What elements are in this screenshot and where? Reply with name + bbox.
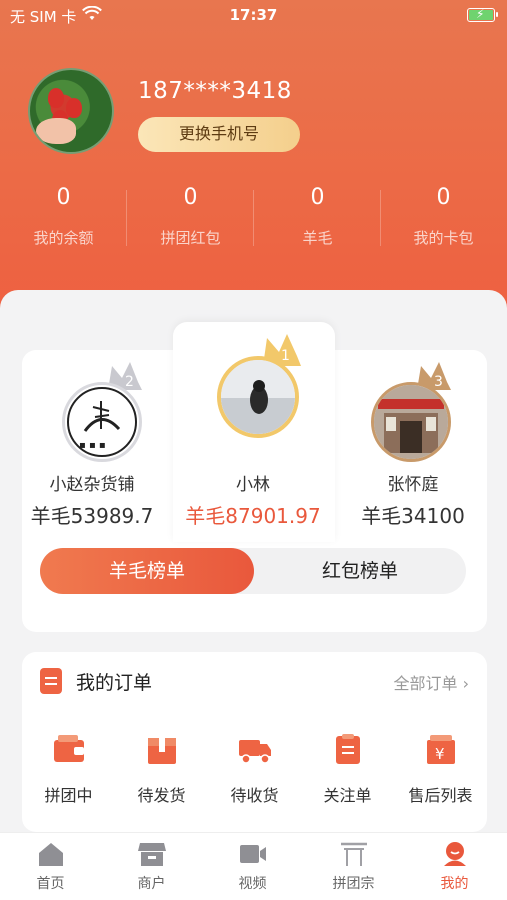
- nav-home[interactable]: 首页: [0, 841, 101, 893]
- rank-number: 2: [125, 374, 134, 390]
- all-orders-label: 全部订单: [393, 674, 458, 693]
- my-orders-card: 我的订单 全部订单 › 拼团中 待发货 待收货 关注单 ¥ 售后列表: [22, 652, 487, 832]
- wallet-icon: [52, 732, 86, 766]
- shop-avatar: [371, 382, 451, 462]
- order-status-row: 拼团中 待发货 待收货 关注单 ¥ 售后列表: [22, 732, 487, 822]
- nav-label: 拼团宗: [332, 876, 375, 892]
- order-status-to-ship[interactable]: 待发货: [115, 732, 208, 806]
- leaderboard-entry-3[interactable]: 3 张怀庭 羊毛34100: [333, 360, 493, 530]
- battery-icon: ⚡: [467, 7, 498, 22]
- shop-avatar: ▪ ▪ ▪: [62, 382, 142, 462]
- order-status-label: 拼团中: [44, 786, 93, 805]
- order-list-icon: [40, 668, 62, 694]
- user-avatar: [217, 356, 299, 438]
- entry-name: 小赵杂货铺: [49, 475, 135, 495]
- stat-card-pack[interactable]: 0 我的卡包: [380, 180, 507, 250]
- gift-box-icon: [145, 732, 179, 766]
- stat-value: 0: [310, 185, 325, 210]
- stat-value: 0: [436, 185, 451, 210]
- leaderboard-entry-2[interactable]: 2 ▪ ▪ ▪ 小赵杂货铺 羊毛53989.7: [12, 360, 172, 530]
- order-status-label: 待发货: [137, 786, 186, 805]
- status-bar: 无 SIM 卡 17:37 ⚡: [0, 0, 507, 30]
- stat-label: 拼团红包: [160, 229, 221, 247]
- home-icon: [37, 841, 65, 867]
- yen-box-icon: ¥: [424, 732, 458, 766]
- leaderboard-entry-1[interactable]: 1 小林 羊毛87901.97: [173, 330, 335, 530]
- nav-label: 视频: [238, 876, 267, 892]
- user-avatar[interactable]: [28, 68, 114, 154]
- orders-header: 我的订单 全部订单 ›: [22, 652, 487, 710]
- nav-mine[interactable]: 我的: [404, 841, 505, 893]
- stat-label: 我的余额: [33, 229, 94, 247]
- stat-label: 羊毛: [302, 229, 333, 247]
- nav-label: 我的: [440, 876, 469, 892]
- stat-wool[interactable]: 0 羊毛: [254, 180, 381, 250]
- all-orders-link[interactable]: 全部订单 ›: [393, 670, 469, 694]
- chevron-right-icon: ›: [462, 674, 469, 693]
- gate-icon: [340, 841, 368, 867]
- tab-redpacket-leaderboard[interactable]: 红包榜单: [254, 548, 466, 594]
- nav-video[interactable]: 视频: [202, 841, 303, 893]
- stat-balance[interactable]: 0 我的余额: [0, 180, 127, 250]
- order-status-grouping[interactable]: 拼团中: [22, 732, 115, 806]
- order-status-after-sales[interactable]: ¥ 售后列表: [394, 732, 487, 806]
- leaderboard-tabs: 羊毛榜单 红包榜单: [40, 548, 466, 594]
- entry-score: 羊毛87901.97: [185, 504, 321, 528]
- order-status-to-receive[interactable]: 待收货: [208, 732, 301, 806]
- rank-number: 1: [281, 348, 290, 364]
- stat-value: 0: [56, 185, 71, 210]
- entry-score: 羊毛34100: [361, 504, 465, 528]
- clipboard-icon: [331, 732, 365, 766]
- stat-group-redpacket[interactable]: 0 拼团红包: [127, 180, 254, 250]
- profile-header: [0, 0, 507, 330]
- clock: 17:37: [229, 6, 278, 24]
- svg-text:▪ ▪ ▪: ▪ ▪ ▪: [79, 440, 106, 451]
- svg-text:¥: ¥: [435, 745, 445, 763]
- store-icon: [137, 841, 166, 867]
- phone-number: 187****3418: [138, 78, 292, 104]
- video-icon: [239, 841, 267, 867]
- order-status-label: 关注单: [323, 786, 372, 805]
- order-status-label: 售后列表: [408, 786, 473, 805]
- nav-merchant[interactable]: 商户: [101, 841, 202, 893]
- stats-row: 0 我的余额 0 拼团红包 0 羊毛 0 我的卡包: [0, 180, 507, 260]
- rank-number: 3: [434, 374, 443, 390]
- tab-wool-leaderboard[interactable]: 羊毛榜单: [40, 548, 254, 594]
- stat-label: 我的卡包: [413, 229, 474, 247]
- nav-label: 首页: [36, 876, 65, 892]
- entry-name: 张怀庭: [387, 475, 439, 495]
- nav-label: 商户: [137, 876, 166, 892]
- orders-title: 我的订单: [76, 672, 153, 694]
- order-status-label: 待收货: [230, 786, 279, 805]
- truck-icon: [238, 732, 272, 766]
- change-phone-button[interactable]: 更换手机号: [138, 117, 300, 152]
- stat-value: 0: [183, 185, 198, 210]
- entry-score: 羊毛53989.7: [30, 504, 154, 528]
- entry-name: 小林: [236, 475, 270, 495]
- order-status-followed[interactable]: 关注单: [301, 732, 394, 806]
- nav-group[interactable]: 拼团宗: [303, 841, 404, 893]
- profile-icon: [441, 841, 469, 867]
- bottom-nav: 首页 商户 视频 拼团宗 我的: [0, 832, 507, 900]
